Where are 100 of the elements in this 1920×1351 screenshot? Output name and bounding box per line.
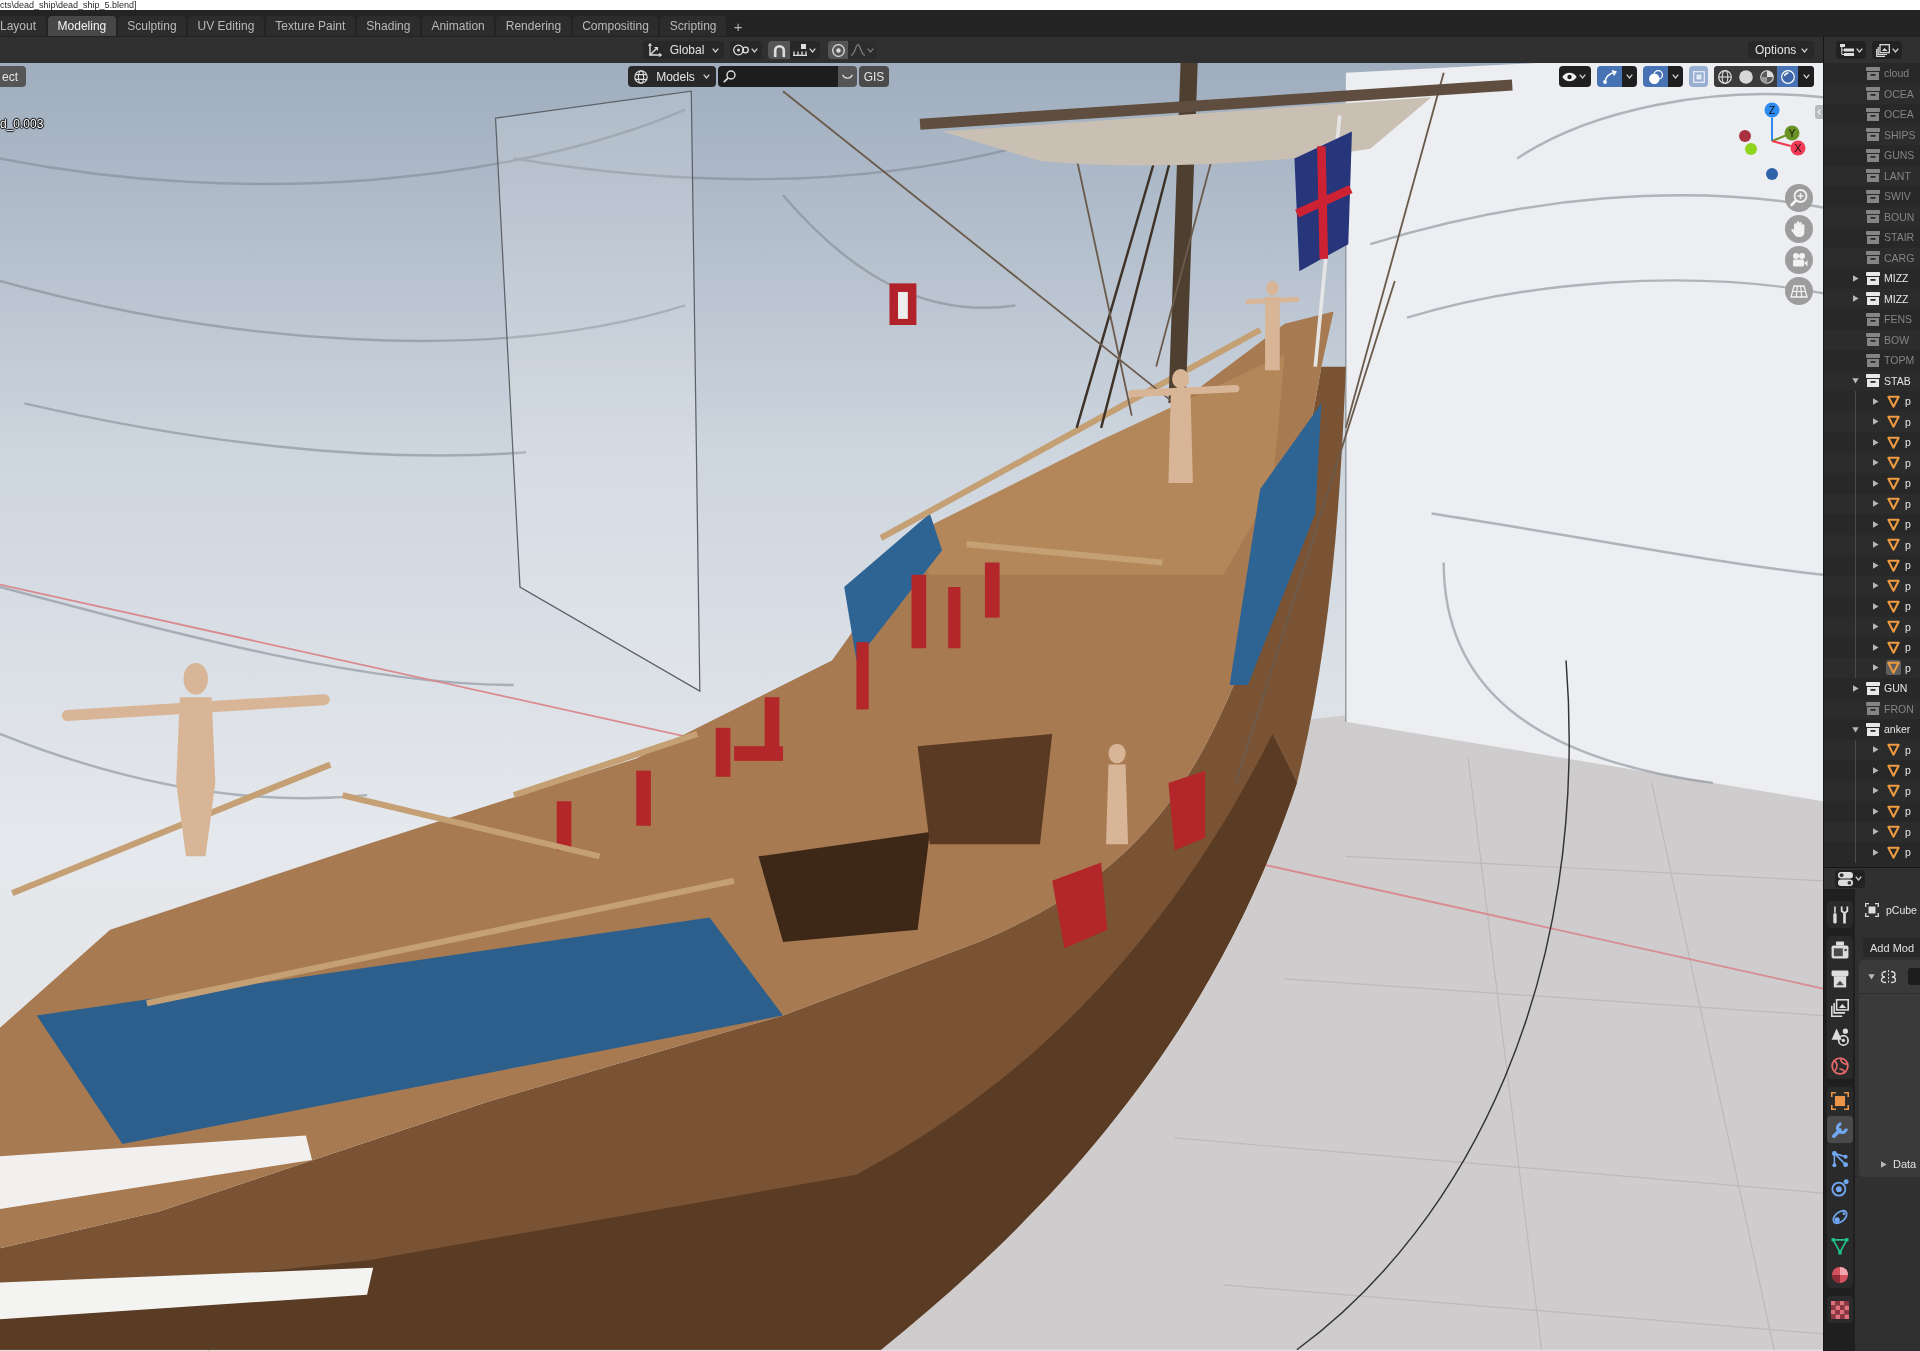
disclosure-triangle-icon[interactable] [1871, 582, 1879, 590]
workspace-tab[interactable]: Sculpting [117, 16, 187, 36]
shading-button[interactable] [1777, 66, 1798, 87]
disclosure-triangle-icon[interactable] [1851, 725, 1859, 733]
item-label: STAB [1884, 374, 1911, 387]
disclosure-triangle-icon[interactable] [1871, 479, 1879, 487]
snap-target-dropdown[interactable] [790, 41, 820, 59]
filter-toggle[interactable] [838, 66, 857, 87]
triangle-mesh-icon [1830, 1236, 1849, 1255]
disclosure-triangle-icon[interactable] [1851, 377, 1859, 385]
outliner-row[interactable]: p [1824, 575, 1920, 596]
options-dropdown[interactable]: Options [1748, 41, 1814, 59]
gizmo-dropdown[interactable] [1622, 66, 1637, 87]
menu-button[interactable]: ect [0, 66, 26, 87]
disclosure-triangle-icon[interactable] [1871, 438, 1879, 446]
outliner-row[interactable]: p [1824, 616, 1920, 637]
properties-tab[interactable] [1826, 901, 1853, 928]
pivot-dropdown[interactable] [730, 41, 762, 59]
axis-handle[interactable] [1766, 168, 1778, 180]
workspace-tab[interactable]: Modeling [48, 16, 116, 36]
gizmo-toggle[interactable] [1597, 66, 1622, 87]
caret-icon [712, 47, 719, 53]
disclosure-triangle-icon[interactable] [1871, 623, 1879, 631]
item-label: p [1905, 518, 1911, 531]
visibility-dropdown[interactable] [1559, 66, 1591, 87]
disclosure-triangle-icon[interactable] [1871, 664, 1879, 672]
workspace-tab[interactable]: Animation [421, 16, 495, 36]
workspace-tab[interactable]: UV Editing [188, 16, 264, 36]
workspace-tab[interactable]: Shading [356, 16, 420, 36]
outliner-row[interactable]: p [1824, 657, 1920, 678]
xray-icon [1692, 70, 1705, 83]
disclosure-triangle-icon[interactable] [1871, 418, 1879, 426]
outliner-row[interactable]: p [1824, 780, 1920, 801]
disclosure-triangle-icon[interactable] [1871, 643, 1879, 651]
add-modifier-button[interactable]: Add Mod [1863, 938, 1920, 957]
disclosure-triangle-icon[interactable] [1871, 848, 1879, 856]
disclosure-triangle-icon[interactable] [1871, 828, 1879, 836]
overlay-dropdown[interactable] [1668, 66, 1683, 87]
workspace-tab[interactable]: Texture Paint [265, 16, 355, 36]
outliner-row[interactable]: MIZZ [1824, 288, 1920, 309]
outliner-row[interactable]: p [1824, 534, 1920, 555]
disclosure-triangle-icon[interactable] [1868, 973, 1875, 980]
add-workspace-button[interactable]: + [728, 16, 749, 36]
outliner-row[interactable]: STAB [1824, 370, 1920, 391]
disclosure-triangle-icon[interactable] [1880, 1160, 1887, 1168]
outliner-row[interactable]: p [1824, 452, 1920, 473]
outliner-row[interactable]: p [1824, 411, 1920, 432]
outliner-row[interactable]: p [1824, 493, 1920, 514]
disclosure-triangle-icon[interactable] [1871, 541, 1879, 549]
disclosure-triangle-icon[interactable] [1871, 746, 1879, 754]
filter-dropdown[interactable] [1872, 41, 1902, 59]
orientation-dropdown[interactable]: Global [643, 41, 724, 59]
disclosure-triangle-icon[interactable] [1851, 684, 1859, 692]
outliner-row[interactable]: p [1824, 821, 1920, 842]
gis-button[interactable]: GIS [859, 66, 889, 87]
disclosure-triangle-icon[interactable] [1871, 397, 1879, 405]
disclosure-triangle-icon[interactable] [1851, 274, 1859, 282]
disclosure-triangle-icon[interactable] [1871, 459, 1879, 467]
workspace-tab[interactable]: Scripting [660, 16, 727, 36]
axis-handle[interactable]: X [1790, 140, 1806, 156]
workspace-tab[interactable]: Compositing [572, 16, 659, 36]
disclosure-triangle-icon[interactable] [1871, 500, 1879, 508]
shading-button[interactable] [1714, 66, 1735, 87]
frame-object [889, 283, 917, 325]
properties-tab[interactable] [1826, 1116, 1853, 1143]
disclosure-triangle-icon[interactable] [1871, 807, 1879, 815]
axis-handle[interactable] [1739, 130, 1751, 142]
axis-handle[interactable]: Z [1764, 102, 1780, 118]
falloff-dropdown[interactable] [848, 41, 877, 59]
workspace-tab[interactable]: Layout [0, 16, 47, 36]
axis-handle[interactable] [1745, 143, 1757, 155]
collection-dropdown[interactable]: Models [628, 66, 716, 87]
item-label: p [1905, 395, 1911, 408]
outliner-row[interactable]: p [1824, 739, 1920, 760]
snap-toggle[interactable] [768, 41, 790, 59]
display-mode-dropdown[interactable] [1836, 41, 1866, 59]
caret-icon [1802, 74, 1810, 79]
disclosure-triangle-icon[interactable] [1871, 520, 1879, 528]
shading-button[interactable] [1756, 66, 1777, 87]
item-label: p [1905, 436, 1911, 449]
axis-handle[interactable]: Y [1784, 125, 1800, 141]
properties-tab[interactable] [1826, 1296, 1853, 1323]
caret-icon [1801, 47, 1809, 53]
disclosure-triangle-icon[interactable] [1871, 602, 1879, 610]
disclosure-triangle-icon[interactable] [1851, 295, 1859, 303]
proportional-toggle[interactable] [828, 41, 848, 59]
item-label: GUN [1884, 682, 1908, 695]
editor-type-dropdown[interactable] [1835, 869, 1865, 888]
item-label: BOUN [1884, 210, 1915, 223]
disclosure-triangle-icon[interactable] [1871, 561, 1879, 569]
item-label: p [1905, 743, 1911, 756]
workspace-tab[interactable]: Rendering [496, 16, 571, 36]
overlay-toggle[interactable] [1643, 66, 1668, 87]
modifier-name-field[interactable] [1908, 968, 1920, 985]
disclosure-triangle-icon[interactable] [1871, 787, 1879, 795]
item-label: p [1905, 415, 1911, 428]
search-field[interactable] [718, 66, 838, 87]
item-label: FENS [1884, 313, 1912, 326]
disclosure-triangle-icon[interactable] [1871, 766, 1879, 774]
subpanel-header[interactable]: Data [1859, 1155, 1920, 1173]
